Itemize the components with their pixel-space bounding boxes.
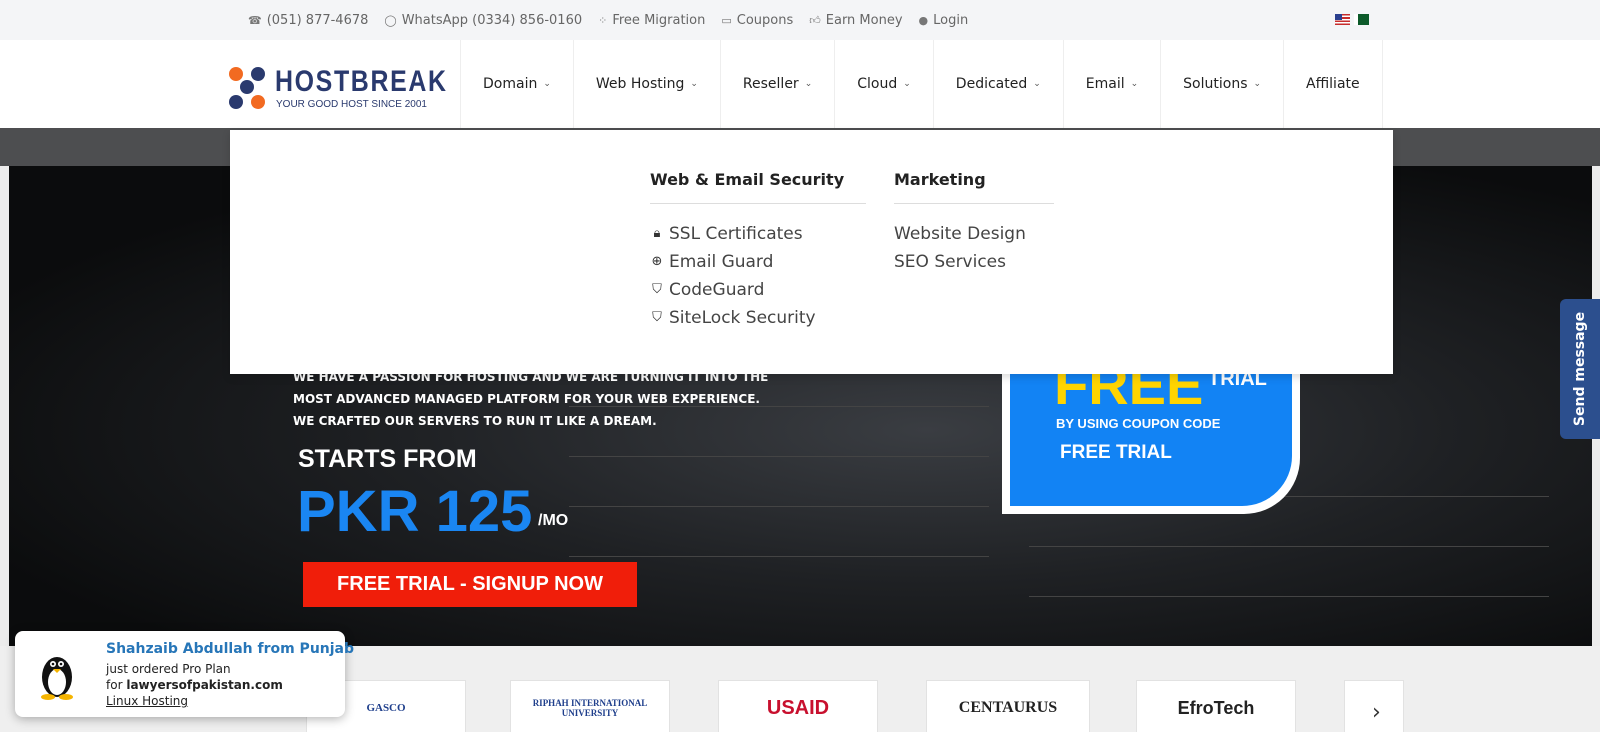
lock-icon: 🔒︎ [653, 226, 661, 241]
website-design-label: Website Design [894, 224, 1026, 244]
security-column: Web & Email Security 🔒︎ SSL Certificates … [650, 170, 866, 332]
earn-money-label: Earn Money [825, 12, 903, 28]
whatsapp-icon: ◯ [384, 13, 397, 27]
hero-tagline: WE HAVE A PASSION FOR HOSTING AND WE ARE… [293, 366, 768, 432]
nav-cloud[interactable]: Cloud ⌄ [834, 40, 933, 128]
language-selector [1335, 14, 1369, 25]
nav-email-label: Email [1085, 76, 1125, 92]
shield-icon: ⛉ [652, 310, 662, 325]
carousel-next-icon[interactable]: › [1372, 700, 1381, 725]
main-nav: Domain ⌄ Web Hosting ⌄ Reseller ⌄ Cloud ⌄ De… [460, 40, 1383, 128]
hero-price: PKR 125 [297, 479, 533, 544]
client-logo-centaurus: CENTAURUS [926, 680, 1090, 732]
codeguard-link[interactable]: ⛉ CodeGuard [650, 276, 866, 304]
login-label: Login [933, 12, 969, 28]
chevron-down-icon: ⌄ [804, 79, 813, 89]
nav-reseller-label: Reseller [742, 76, 799, 92]
toast-customer: Shahzaib Abdullah from Punjab [106, 641, 355, 657]
solutions-dropdown-menu: Web & Email Security 🔒︎ SSL Certificates … [230, 130, 1393, 374]
seo-services-label: SEO Services [894, 252, 1007, 272]
toast-for-prefix: for [106, 678, 123, 692]
ssl-certificates-label: SSL Certificates [669, 224, 803, 244]
hero-line-3: WE CRAFTED OUR SERVERS TO RUN IT LIKE A … [293, 414, 657, 428]
us-flag-icon[interactable] [1335, 14, 1350, 25]
nav-solutions-label: Solutions [1183, 76, 1248, 92]
linux-penguin-icon [41, 657, 73, 700]
sitelock-security-label: SiteLock Security [669, 308, 816, 328]
top-utility-bar: ☎ (051) 877-4678 ◯ WhatsApp (0334) 856-016… [0, 0, 1600, 40]
toast-product-link[interactable]: Linux Hosting [106, 694, 188, 708]
nav-dedicated-label: Dedicated [955, 76, 1028, 92]
toast-action: just ordered Pro Plan [106, 662, 231, 676]
send-message-label: Send message [1572, 311, 1588, 427]
nav-domain-label: Domain [483, 76, 538, 92]
free-migration-label: Free Migration [612, 12, 706, 28]
email-guard-label: Email Guard [669, 252, 774, 272]
free-trial-signup-button[interactable]: FREE TRIAL - SIGNUP NOW [303, 562, 637, 607]
nav-reseller[interactable]: Reseller ⌄ [719, 40, 834, 128]
promo-coupon-code: FREE TRIAL [1060, 442, 1172, 463]
logo-tagline: YOUR GOOD HOST SINCE 2001 [276, 99, 427, 110]
hero-line-2: MOST ADVANCED MANAGED PLATFORM FOR YOUR … [293, 392, 760, 406]
coupons-link[interactable]: ▭ Coupons [721, 13, 793, 28]
chevron-down-icon: ⌄ [1130, 79, 1139, 89]
nav-web-hosting-label: Web Hosting [595, 76, 685, 92]
nav-web-hosting[interactable]: Web Hosting ⌄ [572, 40, 720, 128]
nav-domain[interactable]: Domain ⌄ [460, 40, 573, 128]
logo-wordmark: HOSTBREAK [275, 65, 448, 98]
nav-solutions[interactable]: Solutions ⌄ [1160, 40, 1283, 128]
nav-email[interactable]: Email ⌄ [1062, 40, 1160, 128]
toast-domain: lawyersofpakistan.com [126, 678, 283, 692]
chevron-down-icon: ⌄ [690, 79, 698, 89]
client-logo-efrotech: EfroTech [1136, 680, 1296, 732]
user-icon: ● [918, 13, 929, 27]
phone-icon: ☎ [248, 13, 262, 27]
recent-order-toast[interactable]: Shahzaib Abdullah from Punjab just order… [15, 631, 354, 717]
login-link[interactable]: ● Login [919, 13, 969, 28]
earn-money-link[interactable]: 👍︎ Earn Money [809, 13, 902, 28]
nav-affiliate-label: Affiliate [1306, 76, 1360, 92]
shield-icon: ⛉ [652, 282, 662, 297]
whatsapp-number: WhatsApp (0334) 856-0160 [401, 12, 583, 28]
email-guard-link[interactable]: ⊕ Email Guard [650, 248, 866, 276]
client-logo-riphah: RIPHAH INTERNATIONAL UNIVERSITY [510, 680, 670, 732]
chevron-down-icon: ⌄ [1253, 79, 1262, 89]
thumbs-up-icon: 👍︎ [809, 13, 821, 27]
spinner-icon: ⁘ [598, 13, 608, 27]
website-design-link[interactable]: Website Design [894, 220, 1054, 248]
seo-services-link[interactable]: SEO Services [894, 248, 1054, 276]
nav-affiliate[interactable]: Affiliate [1283, 40, 1383, 128]
whatsapp-link[interactable]: ◯ WhatsApp (0334) 856-0160 [384, 13, 582, 28]
starts-from-label: STARTS FROM [298, 445, 477, 473]
nav-dedicated[interactable]: Dedicated ⌄ [932, 40, 1063, 128]
ticket-icon: ▭ [721, 13, 732, 27]
pk-flag-icon[interactable] [1354, 14, 1369, 25]
chevron-down-icon: ⌄ [1033, 79, 1041, 89]
codeguard-label: CodeGuard [669, 280, 765, 300]
phone-link[interactable]: ☎ (051) 877-4678 [248, 13, 368, 28]
lifebuoy-icon: ⊕ [651, 254, 663, 269]
sitelock-security-link[interactable]: ⛉ SiteLock Security [650, 304, 866, 332]
hostbreak-logo[interactable]: HOSTBREAK YOUR GOOD HOST SINCE 2001 [229, 65, 446, 113]
marketing-heading: Marketing [894, 170, 1054, 204]
chevron-down-icon: ⌄ [543, 79, 551, 89]
free-migration-link[interactable]: ⁘ Free Migration [598, 13, 705, 28]
marketing-column: Marketing Website Design SEO Services [894, 170, 1054, 276]
send-message-tab[interactable]: Send message [1560, 299, 1600, 439]
promo-coupon-line: BY USING COUPON CODE [1056, 416, 1221, 431]
chevron-down-icon: ⌄ [903, 79, 911, 89]
logo-mark-icon [229, 65, 269, 111]
nav-cloud-label: Cloud [857, 76, 898, 92]
price-period: /MO [538, 512, 569, 529]
client-logo-usaid: USAID [718, 680, 878, 732]
phone-number: (051) 877-4678 [266, 12, 369, 28]
ssl-certificates-link[interactable]: 🔒︎ SSL Certificates [650, 220, 866, 248]
security-heading: Web & Email Security [650, 170, 866, 204]
coupons-label: Coupons [736, 12, 794, 28]
